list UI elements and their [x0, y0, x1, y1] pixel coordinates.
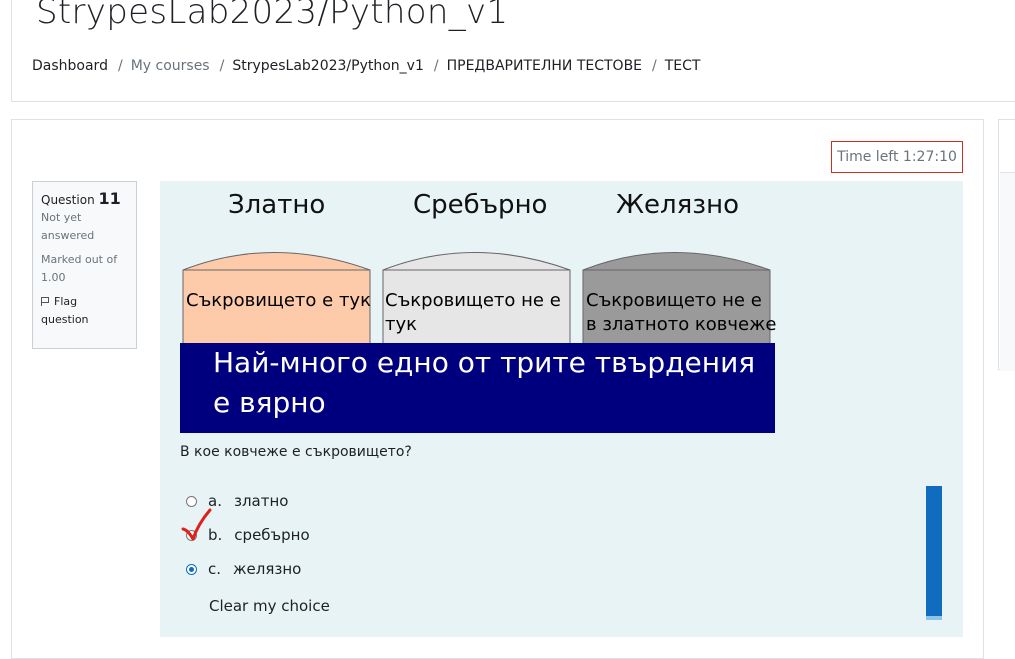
breadcrumb-separator: / [219, 58, 225, 74]
chest-iron-statement-line2: в златното ковчеже [586, 314, 777, 335]
checkmark-annotation-icon [181, 508, 212, 541]
breadcrumb: Dashboard / My courses / StrypesLab2023/… [32, 58, 700, 74]
answer-text: златно [233, 492, 289, 510]
chest-title-gold: Златно [228, 190, 326, 220]
chest-title-iron: Желязно [616, 190, 739, 220]
page-title: StrypesLab2023/Python_v1 [36, 0, 509, 32]
clear-my-choice-link[interactable]: Clear my choice [209, 597, 330, 615]
banner-line-1: Най-много едно от трите твърдения [213, 346, 756, 379]
answer-option-c[interactable]: c. желязно [186, 560, 301, 578]
radio-button-selected[interactable] [186, 563, 197, 575]
quiz-navigation-drawer[interactable] [998, 119, 1015, 371]
chest-title-silver: Сребърно [413, 190, 548, 220]
chest-silver-statement-line2: тук [385, 314, 418, 335]
breadcrumb-separator: / [652, 58, 657, 74]
radio-button[interactable] [186, 495, 197, 507]
chest-gold-statement: Съкровището е тук [186, 290, 371, 311]
chest-silver-statement-line1: Съкровището не е [385, 290, 561, 311]
question-grade: Marked out of 1.00 [41, 253, 118, 284]
breadcrumb-course[interactable]: StrypesLab2023/Python_v1 [232, 58, 424, 74]
scrollbar-thumb[interactable] [926, 486, 942, 616]
quiz-timer: Time left 1:27:10 [831, 141, 963, 173]
breadcrumb-section[interactable]: ПРЕДВАРИТЕЛНИ ТЕСТОВЕ [447, 58, 642, 74]
flag-question-link[interactable]: Flag question [41, 293, 128, 329]
breadcrumb-my-courses[interactable]: My courses [131, 58, 210, 74]
banner-line-2: е вярно [213, 386, 326, 419]
question-info-panel: Question 11 Not yet answered Marked out … [32, 181, 137, 349]
breadcrumb-dashboard[interactable]: Dashboard [32, 58, 108, 74]
breadcrumb-separator: / [433, 58, 439, 74]
breadcrumb-separator: / [117, 58, 123, 74]
drawer-body [1000, 172, 1015, 371]
chest-iron-statement-line1: Съкровището не е [586, 290, 762, 311]
answer-text: желязно [233, 560, 302, 578]
answer-letter: c. [208, 560, 222, 578]
question-label: Question [41, 193, 95, 207]
flag-icon [41, 297, 50, 306]
question-number-value: 11 [98, 189, 121, 208]
question-number: Question 11 [41, 190, 128, 209]
answer-text: сребърно [234, 526, 310, 544]
question-state: Not yet answered [41, 211, 95, 242]
scrollbar-track-end [926, 616, 942, 620]
breadcrumb-quiz[interactable]: ТЕСТ [665, 58, 701, 74]
question-prompt: В кое ковчеже е съкровището? [180, 444, 412, 460]
